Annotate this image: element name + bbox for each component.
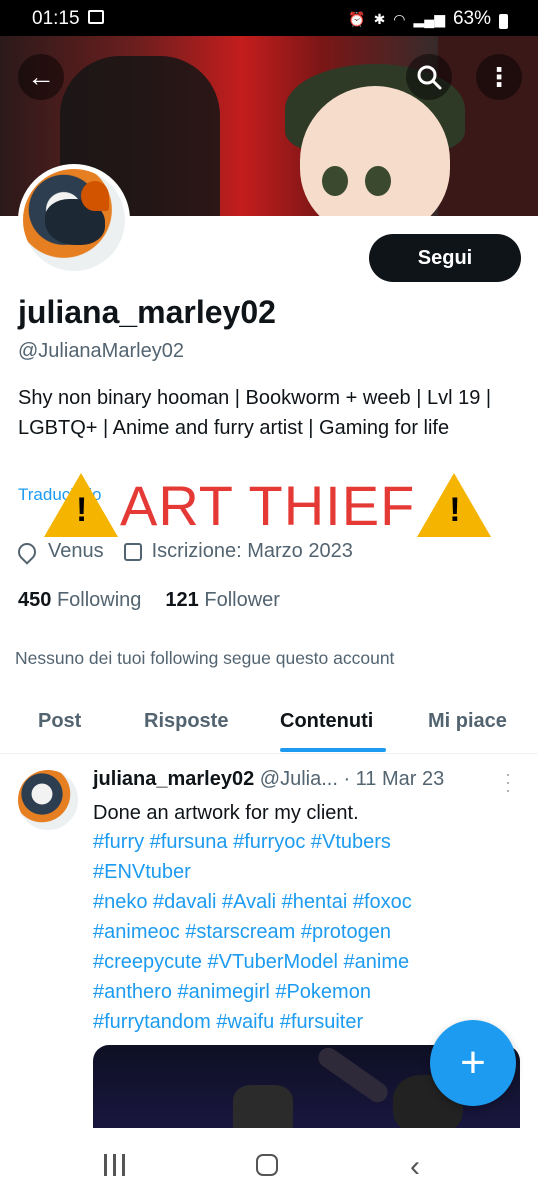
profile-meta: Venus Iscrizione: Marzo 2023 — [14, 538, 353, 565]
system-nav-bar: ‹ — [0, 1128, 538, 1200]
profile-bio: Shy non binary hooman | Bookworm + weeb … — [18, 387, 492, 439]
alarm-icon: ⏰ — [348, 10, 366, 27]
display-name: juliana_marley02 — [18, 294, 276, 330]
back-button[interactable]: ← — [18, 54, 64, 100]
battery-percent: 63% — [452, 8, 491, 29]
hashtag-line[interactable]: #creepycute #VTuberModel #anime — [93, 947, 513, 977]
tab-mi-piace[interactable]: Mi piace — [428, 710, 507, 733]
location-pin-icon — [14, 538, 40, 565]
bluetooth-icon: ✱ — [373, 10, 386, 27]
join-date: Iscrizione: Marzo 2023 — [151, 540, 353, 562]
search-button[interactable] — [406, 54, 452, 100]
signal-icon: ▂▄▆ — [413, 10, 445, 27]
hashtag-line[interactable]: #anthero #animegirl #Pokemon — [93, 977, 513, 1007]
tweet-author-handle[interactable]: @Julia... — [260, 768, 338, 790]
compose-post-button[interactable]: + — [430, 1020, 516, 1106]
profile-tabs: Post Risposte Contenuti Mi piace — [0, 690, 538, 754]
tweet-text: Done an artwork for my client. — [93, 802, 359, 824]
hashtag-line[interactable]: #ENVtuber — [93, 857, 513, 887]
hashtag-line[interactable]: #neko #davali #Avali #hentai #foxoc — [93, 887, 513, 917]
follow-button[interactable]: Segui — [369, 234, 521, 282]
tweet-date[interactable]: · 11 Mar 23 — [343, 768, 444, 790]
back-chevron-icon[interactable]: ‹ — [410, 1150, 420, 1184]
art-thief-text: ART THIEF — [120, 473, 416, 537]
location-text: Venus — [48, 540, 104, 562]
tab-contenuti[interactable]: Contenuti — [280, 710, 373, 733]
wifi-icon: ◠ — [393, 10, 406, 27]
more-options-button[interactable]: ⋮ — [476, 54, 522, 100]
status-bar: 01:15 ⏰ ✱ ◠ ▂▄▆ 63% — [0, 0, 538, 36]
warning-icon: ! — [44, 473, 118, 537]
tweet-author-name[interactable]: juliana_marley02 — [93, 768, 254, 790]
status-icons: ⏰ ✱ ◠ ▂▄▆ 63% — [348, 8, 508, 30]
profile-avatar[interactable] — [18, 164, 130, 276]
calendar-icon — [123, 542, 142, 561]
hashtag-line[interactable]: #animeoc #starscream #protogen — [93, 917, 513, 947]
gallery-notification-icon — [88, 10, 104, 24]
follow-stats: 450 Following 121 Follower — [18, 589, 280, 612]
user-handle: @JulianaMarley02 — [18, 340, 184, 362]
followers-link[interactable]: 121 Follower — [165, 589, 280, 612]
tweet-avatar[interactable] — [18, 770, 78, 830]
more-vertical-icon: ⋮ — [486, 61, 512, 92]
hashtag-line[interactable]: #furry #fursuna #furryoc #Vtubers — [93, 827, 513, 857]
back-arrow-icon: ← — [27, 61, 55, 92]
home-icon[interactable] — [256, 1154, 278, 1176]
plus-icon: + — [460, 1038, 486, 1087]
tweet-header: juliana_marley02 @Julia... · 11 Mar 23 — [93, 768, 444, 791]
tweet-more-icon[interactable]: · · · — [505, 765, 511, 799]
search-icon — [417, 65, 442, 90]
status-time: 01:15 — [32, 8, 80, 29]
art-thief-overlay: ! ART THIEF ! — [44, 468, 492, 542]
battery-icon — [499, 13, 508, 29]
active-tab-indicator — [280, 748, 386, 752]
warning-icon: ! — [417, 473, 492, 537]
following-link[interactable]: 450 Following — [18, 589, 141, 612]
mutual-followers-notice: Nessuno dei tuoi following segue questo … — [15, 648, 395, 668]
tab-post[interactable]: Post — [38, 710, 81, 733]
tweet-hashtags: #furry #fursuna #furryoc #Vtubers #ENVtu… — [93, 827, 513, 1037]
recents-icon[interactable] — [104, 1154, 125, 1176]
tab-risposte[interactable]: Risposte — [144, 710, 228, 733]
